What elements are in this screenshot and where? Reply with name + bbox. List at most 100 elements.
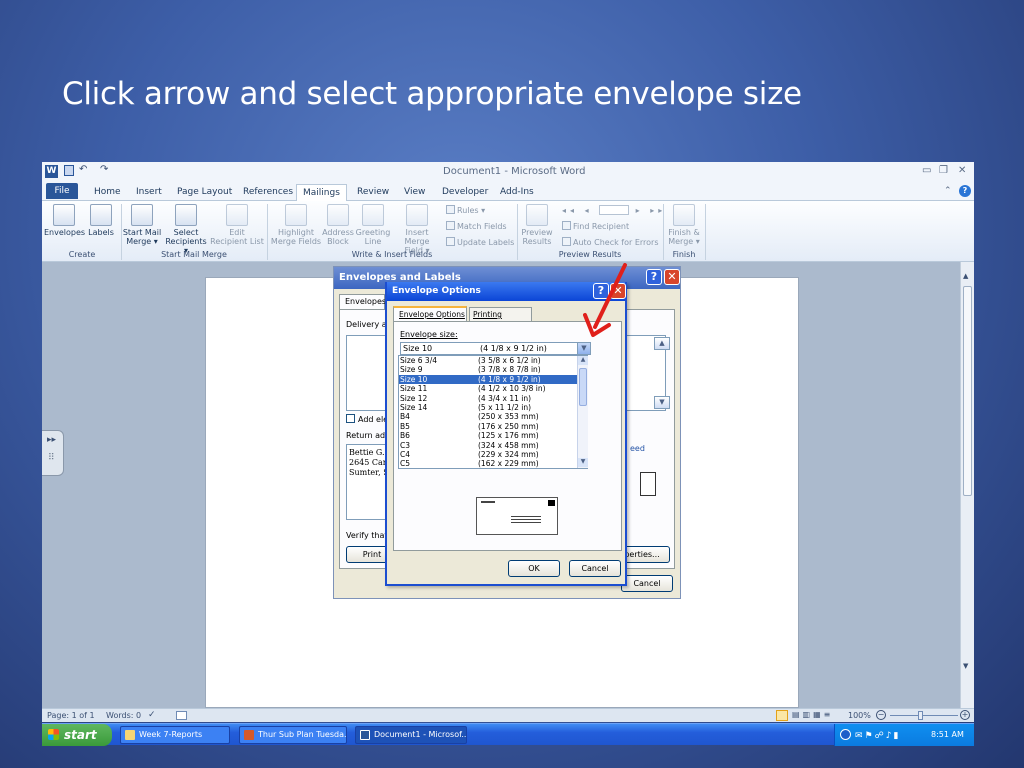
close-icon[interactable]: ✕ <box>958 165 966 176</box>
zoom-out-icon[interactable]: − <box>876 710 886 720</box>
proofing-icon[interactable]: ✓ <box>148 710 156 720</box>
options-ok-button[interactable]: OK <box>508 560 560 577</box>
word-logo-icon: W <box>45 165 58 178</box>
envelopes-button[interactable]: Envelopes <box>44 204 85 237</box>
save-icon[interactable] <box>64 165 74 176</box>
taskbar-item-week7-reports[interactable]: Week 7-Reports <box>120 726 230 744</box>
view-mode-icons[interactable]: ▤▥▦≡ <box>792 710 833 719</box>
group-finish: Finish <box>672 250 696 259</box>
envelope-size-option[interactable]: Size 11 (4 1/2 x 10 3/8 in) <box>399 384 587 393</box>
restore-icon[interactable]: ❐ <box>939 165 948 176</box>
highlight-merge-fields-button[interactable]: Highlight Merge Fields <box>270 204 322 246</box>
zoom-in-icon[interactable]: + <box>960 710 970 720</box>
taskbar-item-powerpoint[interactable]: Thur Sub Plan Tuesda... <box>239 726 347 744</box>
tab-insert[interactable]: Insert <box>130 184 168 201</box>
tab-file[interactable]: File <box>46 183 78 199</box>
rules-button[interactable]: Rules ▾ <box>446 205 485 215</box>
greeting-line-button[interactable]: Greeting Line <box>355 204 391 246</box>
update-labels-button[interactable]: Update Labels <box>446 237 514 247</box>
envelope-size-label: Envelope size: <box>400 330 458 339</box>
tab-view[interactable]: View <box>398 184 431 201</box>
edit-recipient-list-button[interactable]: Edit Recipient List <box>210 204 264 246</box>
list-scroll-down-icon[interactable]: ▼ <box>578 458 588 467</box>
tab-printing-options[interactable]: Printing Options <box>469 307 532 332</box>
size-dropdown-arrow-icon[interactable]: ▼ <box>577 342 591 355</box>
address-block-button[interactable]: Address Block <box>322 204 354 246</box>
envelope-size-option[interactable]: Size 6 3/4 (3 5/8 x 6 1/2 in) <box>399 356 587 365</box>
start-button[interactable]: start <box>42 724 112 746</box>
env-cancel-button[interactable]: Cancel <box>621 575 673 592</box>
env-close-icon[interactable]: ✕ <box>664 269 680 285</box>
scroll-up-icon[interactable]: ▲ <box>963 272 968 280</box>
delivery-scroll-down-icon[interactable]: ▼ <box>654 396 670 409</box>
ribbon-mailings: Envelopes Labels Create Start Mail Merge … <box>42 201 974 262</box>
envelope-size-option[interactable]: B5 (176 x 250 mm) <box>399 422 587 431</box>
match-fields-button[interactable]: Match Fields <box>446 221 507 231</box>
print-layout-icon[interactable] <box>776 710 788 721</box>
envelope-size-option[interactable]: B4 (250 x 353 mm) <box>399 412 587 421</box>
add-electronic-postage[interactable]: Add ele <box>346 414 388 424</box>
insert-merge-field-button[interactable]: Insert Merge Field ▾ <box>392 204 442 255</box>
select-recipients-button[interactable]: Select Recipients ▾ <box>163 204 209 255</box>
word-count[interactable]: Words: 0 <box>106 711 141 720</box>
tab-home[interactable]: Home <box>88 184 127 201</box>
return-address-label: Return add <box>346 431 391 440</box>
size-option-dims: (3 5/8 x 6 1/2 in) <box>478 356 541 365</box>
update-labels-icon <box>446 237 455 246</box>
page-count[interactable]: Page: 1 of 1 <box>47 711 95 720</box>
zoom-slider[interactable] <box>890 715 958 716</box>
envelope-size-option[interactable]: Size 14 (5 x 11 1/2 in) <box>399 403 587 412</box>
list-scroll-up-icon[interactable]: ▲ <box>578 356 588 365</box>
envelope-size-option[interactable]: C3 (324 x 458 mm) <box>399 441 587 450</box>
zoom-slider-thumb[interactable] <box>918 711 923 720</box>
list-scroll-thumb[interactable] <box>579 368 587 406</box>
redo-icon[interactable]: ↷ <box>100 164 108 175</box>
minimize-icon[interactable]: ▭ <box>922 165 931 176</box>
scroll-down-icon[interactable]: ▼ <box>963 662 968 670</box>
mail-merge-icon <box>131 204 153 226</box>
tab-references[interactable]: References <box>237 184 299 201</box>
envelope-size-option[interactable]: Size 10 (4 1/8 x 9 1/2 in) <box>399 374 587 385</box>
clock[interactable]: 8:51 AM <box>931 724 964 746</box>
scroll-thumb[interactable] <box>963 286 972 496</box>
tab-review[interactable]: Review <box>351 184 395 201</box>
help-icon[interactable]: ? <box>959 185 971 197</box>
size-option-dims: (250 x 353 mm) <box>478 412 539 422</box>
finish-merge-button[interactable]: Finish & Merge ▾ <box>664 204 704 246</box>
group-create: Create <box>68 250 96 259</box>
preview-results-button[interactable]: Preview Results <box>519 204 555 246</box>
envelope-size-list[interactable]: Size 6 3/4 (3 5/8 x 6 1/2 in) Size 9 (3 7/8… <box>398 355 588 469</box>
envelope-size-option[interactable]: B6 (125 x 176 mm) <box>399 431 587 440</box>
options-cancel-button[interactable]: Cancel <box>569 560 621 577</box>
tab-page-layout[interactable]: Page Layout <box>171 184 238 201</box>
tray-icons[interactable]: ✉⚑☍♪▮ <box>855 725 900 747</box>
tab-add-ins[interactable]: Add-Ins <box>494 184 540 201</box>
envelope-size-option[interactable]: Size 9 (3 7/8 x 8 7/8 in) <box>399 365 587 374</box>
start-mail-merge-button[interactable]: Start Mail Merge ▾ <box>122 204 162 246</box>
auto-check-errors-button[interactable]: Auto Check for Errors <box>562 237 658 247</box>
record-nav[interactable]: ◂◂ ◂ ▸ ▸▸ <box>562 205 666 215</box>
collapse-ribbon-icon[interactable]: ⌃ <box>944 186 952 196</box>
zoom-level[interactable]: 100% <box>848 711 871 720</box>
side-panel-handle[interactable]: ▸▸ ⠿ <box>42 430 64 476</box>
macro-icon[interactable] <box>176 711 187 720</box>
window-title: Document1 - Microsoft Word <box>443 166 586 177</box>
labels-button[interactable]: Labels <box>86 204 116 237</box>
undo-icon[interactable]: ↶ <box>79 164 87 175</box>
feed-preview-icon[interactable] <box>640 472 656 496</box>
tab-developer[interactable]: Developer <box>436 184 494 201</box>
envelope-size-option[interactable]: C4 (229 x 324 mm) <box>399 450 587 459</box>
tab-envelope-options[interactable]: Envelope Options <box>393 306 467 322</box>
envelope-size-select[interactable]: Size 10 (4 1/8 x 9 1/2 in) ▼ <box>400 342 591 355</box>
envelope-size-option[interactable]: C5 (162 x 229 mm) <box>399 459 587 468</box>
vertical-scrollbar[interactable]: ▲ ▼ <box>960 262 974 708</box>
find-recipient-button[interactable]: Find Recipient <box>562 221 629 231</box>
taskbar-item-word[interactable]: Document1 - Microsof... <box>355 726 467 744</box>
size-list-scrollbar[interactable]: ▲ ▼ <box>577 356 588 468</box>
env-help-icon[interactable]: ? <box>646 269 662 285</box>
envelope-size-option[interactable]: Size 12 (4 3/4 x 11 in) <box>399 394 587 403</box>
tray-expand-icon[interactable] <box>840 729 851 740</box>
delivery-scroll-up-icon[interactable]: ▲ <box>654 337 670 350</box>
tab-envelopes[interactable]: Envelopes <box>339 294 386 310</box>
edit-list-icon <box>226 204 248 226</box>
